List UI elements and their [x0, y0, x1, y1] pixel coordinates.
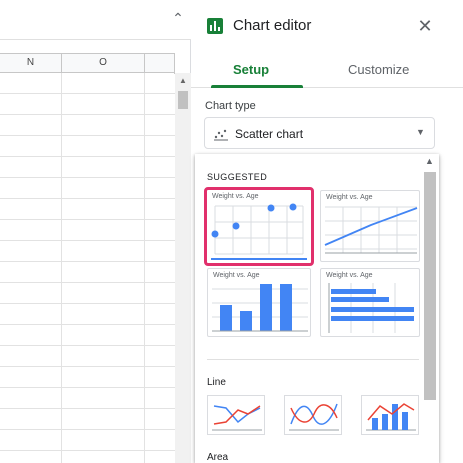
dropdown-arrow-icon: ▼ — [416, 127, 425, 137]
cell-grid[interactable] — [0, 73, 175, 463]
scatter-chart-icon — [214, 129, 228, 141]
close-icon[interactable]: ✕ — [415, 16, 435, 36]
suggested-heading: SUGGESTED — [207, 172, 268, 182]
bar-thumbnail — [328, 283, 414, 333]
column-thumbnail — [212, 284, 308, 332]
scatter-thumbnail — [211, 203, 307, 260]
editor-tabs: Setup Customize — [191, 52, 463, 88]
panel-header: Chart editor ✕ — [191, 0, 463, 52]
spreadsheet-area: ⌃ N O ▲ — [0, 0, 191, 463]
suggested-line-chart[interactable]: Weight vs. Age — [320, 190, 420, 262]
suggested-column-chart[interactable]: Weight vs. Age — [207, 268, 311, 337]
suggested-bar-chart[interactable]: Weight vs. Age — [320, 268, 420, 337]
scroll-up-icon[interactable]: ▲ — [175, 75, 191, 87]
column-header-n[interactable]: N — [0, 54, 62, 74]
line-section-heading: Line — [207, 377, 226, 388]
combo-chart-icon — [366, 403, 416, 431]
suggested-scatter-chart[interactable]: Weight vs. Age — [204, 187, 314, 266]
tab-setup[interactable]: Setup — [233, 62, 269, 77]
chart-type-label: Chart type — [205, 100, 256, 112]
smooth-line-chart-icon — [289, 403, 339, 431]
section-divider — [207, 359, 419, 360]
chevron-up-icon[interactable]: ▲ — [425, 156, 434, 166]
area-section-heading: Area — [207, 452, 229, 463]
chart-type-value: Scatter chart — [235, 127, 304, 141]
app-root: ⌃ N O ▲ Chart editor ✕ Setup Customize C… — [0, 0, 463, 463]
tab-customize[interactable]: Customize — [348, 62, 409, 77]
line-thumbnail — [324, 206, 418, 254]
dropdown-scrollbar[interactable]: ▲ — [421, 154, 439, 463]
scrollbar-thumb[interactable] — [424, 172, 436, 400]
line-chart-option[interactable] — [207, 395, 265, 435]
column-header-next[interactable] — [145, 54, 175, 74]
chart-type-select[interactable]: Scatter chart ▼ — [204, 117, 435, 149]
panel-title: Chart editor — [233, 17, 312, 34]
chart-icon — [207, 18, 223, 34]
scrollbar-thumb[interactable] — [178, 91, 188, 109]
column-header-o[interactable]: O — [62, 54, 145, 74]
active-tab-indicator — [211, 85, 303, 88]
chevron-up-icon[interactable]: ⌃ — [168, 8, 188, 28]
smooth-line-chart-option[interactable] — [284, 395, 342, 435]
formula-bar: ⌃ — [0, 0, 191, 40]
column-header-row: N O — [0, 53, 175, 74]
combo-chart-option[interactable] — [361, 395, 419, 435]
sheet-scrollbar[interactable]: ▲ — [175, 73, 191, 463]
chart-type-dropdown: SUGGESTED Weight vs. Age Weight vs. Age — [195, 154, 439, 463]
line-chart-icon — [212, 405, 262, 431]
